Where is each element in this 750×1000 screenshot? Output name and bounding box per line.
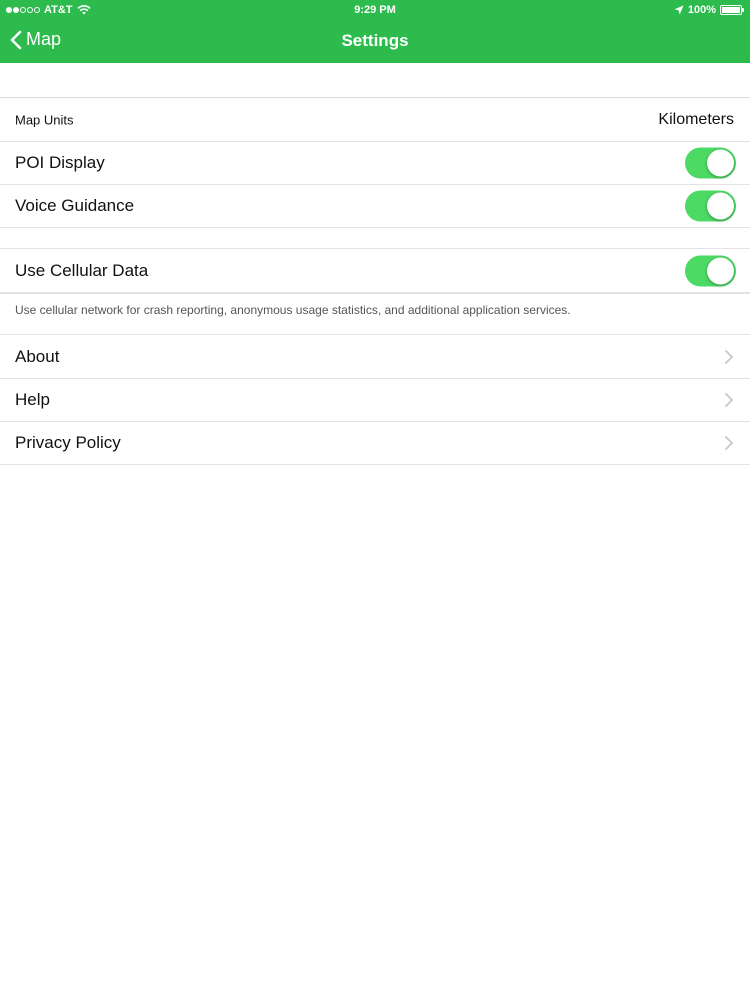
map-units-label: Map Units	[15, 112, 74, 127]
navigation-bar: Map Settings	[0, 20, 750, 63]
top-bar: AT&T 9:29 PM 100% Map Settings	[0, 0, 750, 63]
status-bar: AT&T 9:29 PM 100%	[0, 0, 750, 20]
help-label: Help	[15, 390, 50, 409]
cellular-data-row: Use Cellular Data	[0, 249, 750, 292]
status-right: 100%	[674, 4, 744, 16]
about-row[interactable]: About	[0, 335, 750, 378]
chevron-right-icon	[725, 349, 734, 364]
links-group: About Help Privacy Policy	[0, 335, 750, 465]
voice-guidance-toggle[interactable]	[685, 190, 736, 222]
chevron-right-icon	[725, 436, 734, 450]
about-label: About	[15, 346, 60, 366]
cellular-description: Use cellular network for crash reporting…	[0, 293, 750, 335]
status-time: 9:29 PM	[354, 4, 396, 16]
poi-display-label: POI Display	[15, 153, 105, 172]
toggle-knob	[707, 149, 734, 177]
battery-icon	[720, 5, 744, 15]
section-gap	[0, 228, 750, 248]
chevron-right-icon	[725, 393, 734, 407]
location-arrow-icon	[674, 5, 684, 15]
cellular-data-toggle[interactable]	[685, 255, 736, 286]
map-settings-group: Map Units Kilometers POI Display Voice G…	[0, 97, 750, 228]
page-title: Settings	[341, 31, 409, 50]
voice-guidance-label: Voice Guidance	[15, 196, 135, 215]
cellular-group: Use Cellular Data	[0, 248, 750, 293]
map-units-row[interactable]: Map Units Kilometers	[0, 98, 750, 141]
privacy-policy-label: Privacy Policy	[15, 433, 121, 452]
poi-display-toggle[interactable]	[685, 147, 736, 179]
top-spacer	[0, 63, 750, 97]
battery-percent: 100%	[687, 4, 716, 16]
privacy-policy-row[interactable]: Privacy Policy	[0, 421, 750, 464]
toggle-knob	[707, 192, 734, 220]
cellular-data-label: Use Cellular Data	[15, 260, 149, 280]
map-units-value: Kilometers	[658, 110, 734, 128]
toggle-knob	[707, 257, 734, 284]
poi-display-row: POI Display	[0, 141, 750, 184]
voice-guidance-row: Voice Guidance	[0, 184, 750, 227]
help-row[interactable]: Help	[0, 378, 750, 421]
settings-content: Map Units Kilometers POI Display Voice G…	[0, 63, 750, 465]
